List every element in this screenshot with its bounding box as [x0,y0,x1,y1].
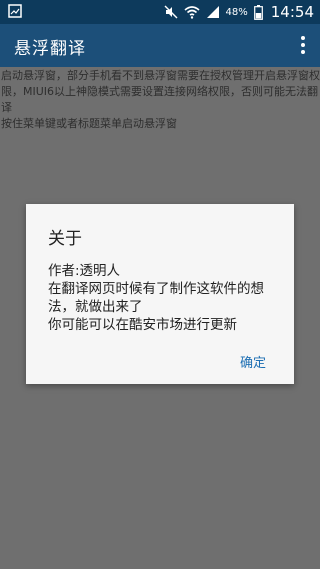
mute-icon [164,5,178,19]
app-title: 悬浮翻译 [14,39,86,59]
battery-percent: 48% [225,6,248,18]
ok-button[interactable]: 确定 [240,352,266,371]
dialog-message-line: 作者:透明人 [48,263,121,279]
instruction-line: 启动悬浮窗，部分手机看不到悬浮窗需要在授权管理开启悬浮窗权限，MIUI6以上神隐… [1,69,320,114]
wifi-icon [184,5,200,19]
signal-icon [206,5,220,19]
dialog-message-line: 你可能可以在酷安市场进行更新 [48,317,237,333]
about-dialog: 关于 作者:透明人 在翻译网页时候有了制作这软件的想法，就做出来了 你可能可以在… [26,204,294,384]
dialog-title: 关于 [48,229,82,249]
app-bar: 悬浮翻译 [0,24,320,67]
instruction-line: 按住菜单键或者标题菜单启动悬浮窗 [1,117,177,130]
dialog-message-line: 在翻译网页时候有了制作这软件的想法，就做出来了 [48,281,264,315]
instructions-text: 启动悬浮窗，部分手机看不到悬浮窗需要在授权管理开启悬浮窗权限，MIUI6以上神隐… [0,68,320,132]
battery-icon [253,4,263,20]
status-icons: 48% 14:54 [164,0,314,24]
status-bar: 48% 14:54 [0,0,320,24]
dialog-message: 作者:透明人 在翻译网页时候有了制作这软件的想法，就做出来了 你可能可以在酷安市… [48,262,284,334]
clock: 14:54 [270,3,314,21]
more-vert-icon[interactable] [300,36,306,56]
image-notification-icon [8,4,22,18]
